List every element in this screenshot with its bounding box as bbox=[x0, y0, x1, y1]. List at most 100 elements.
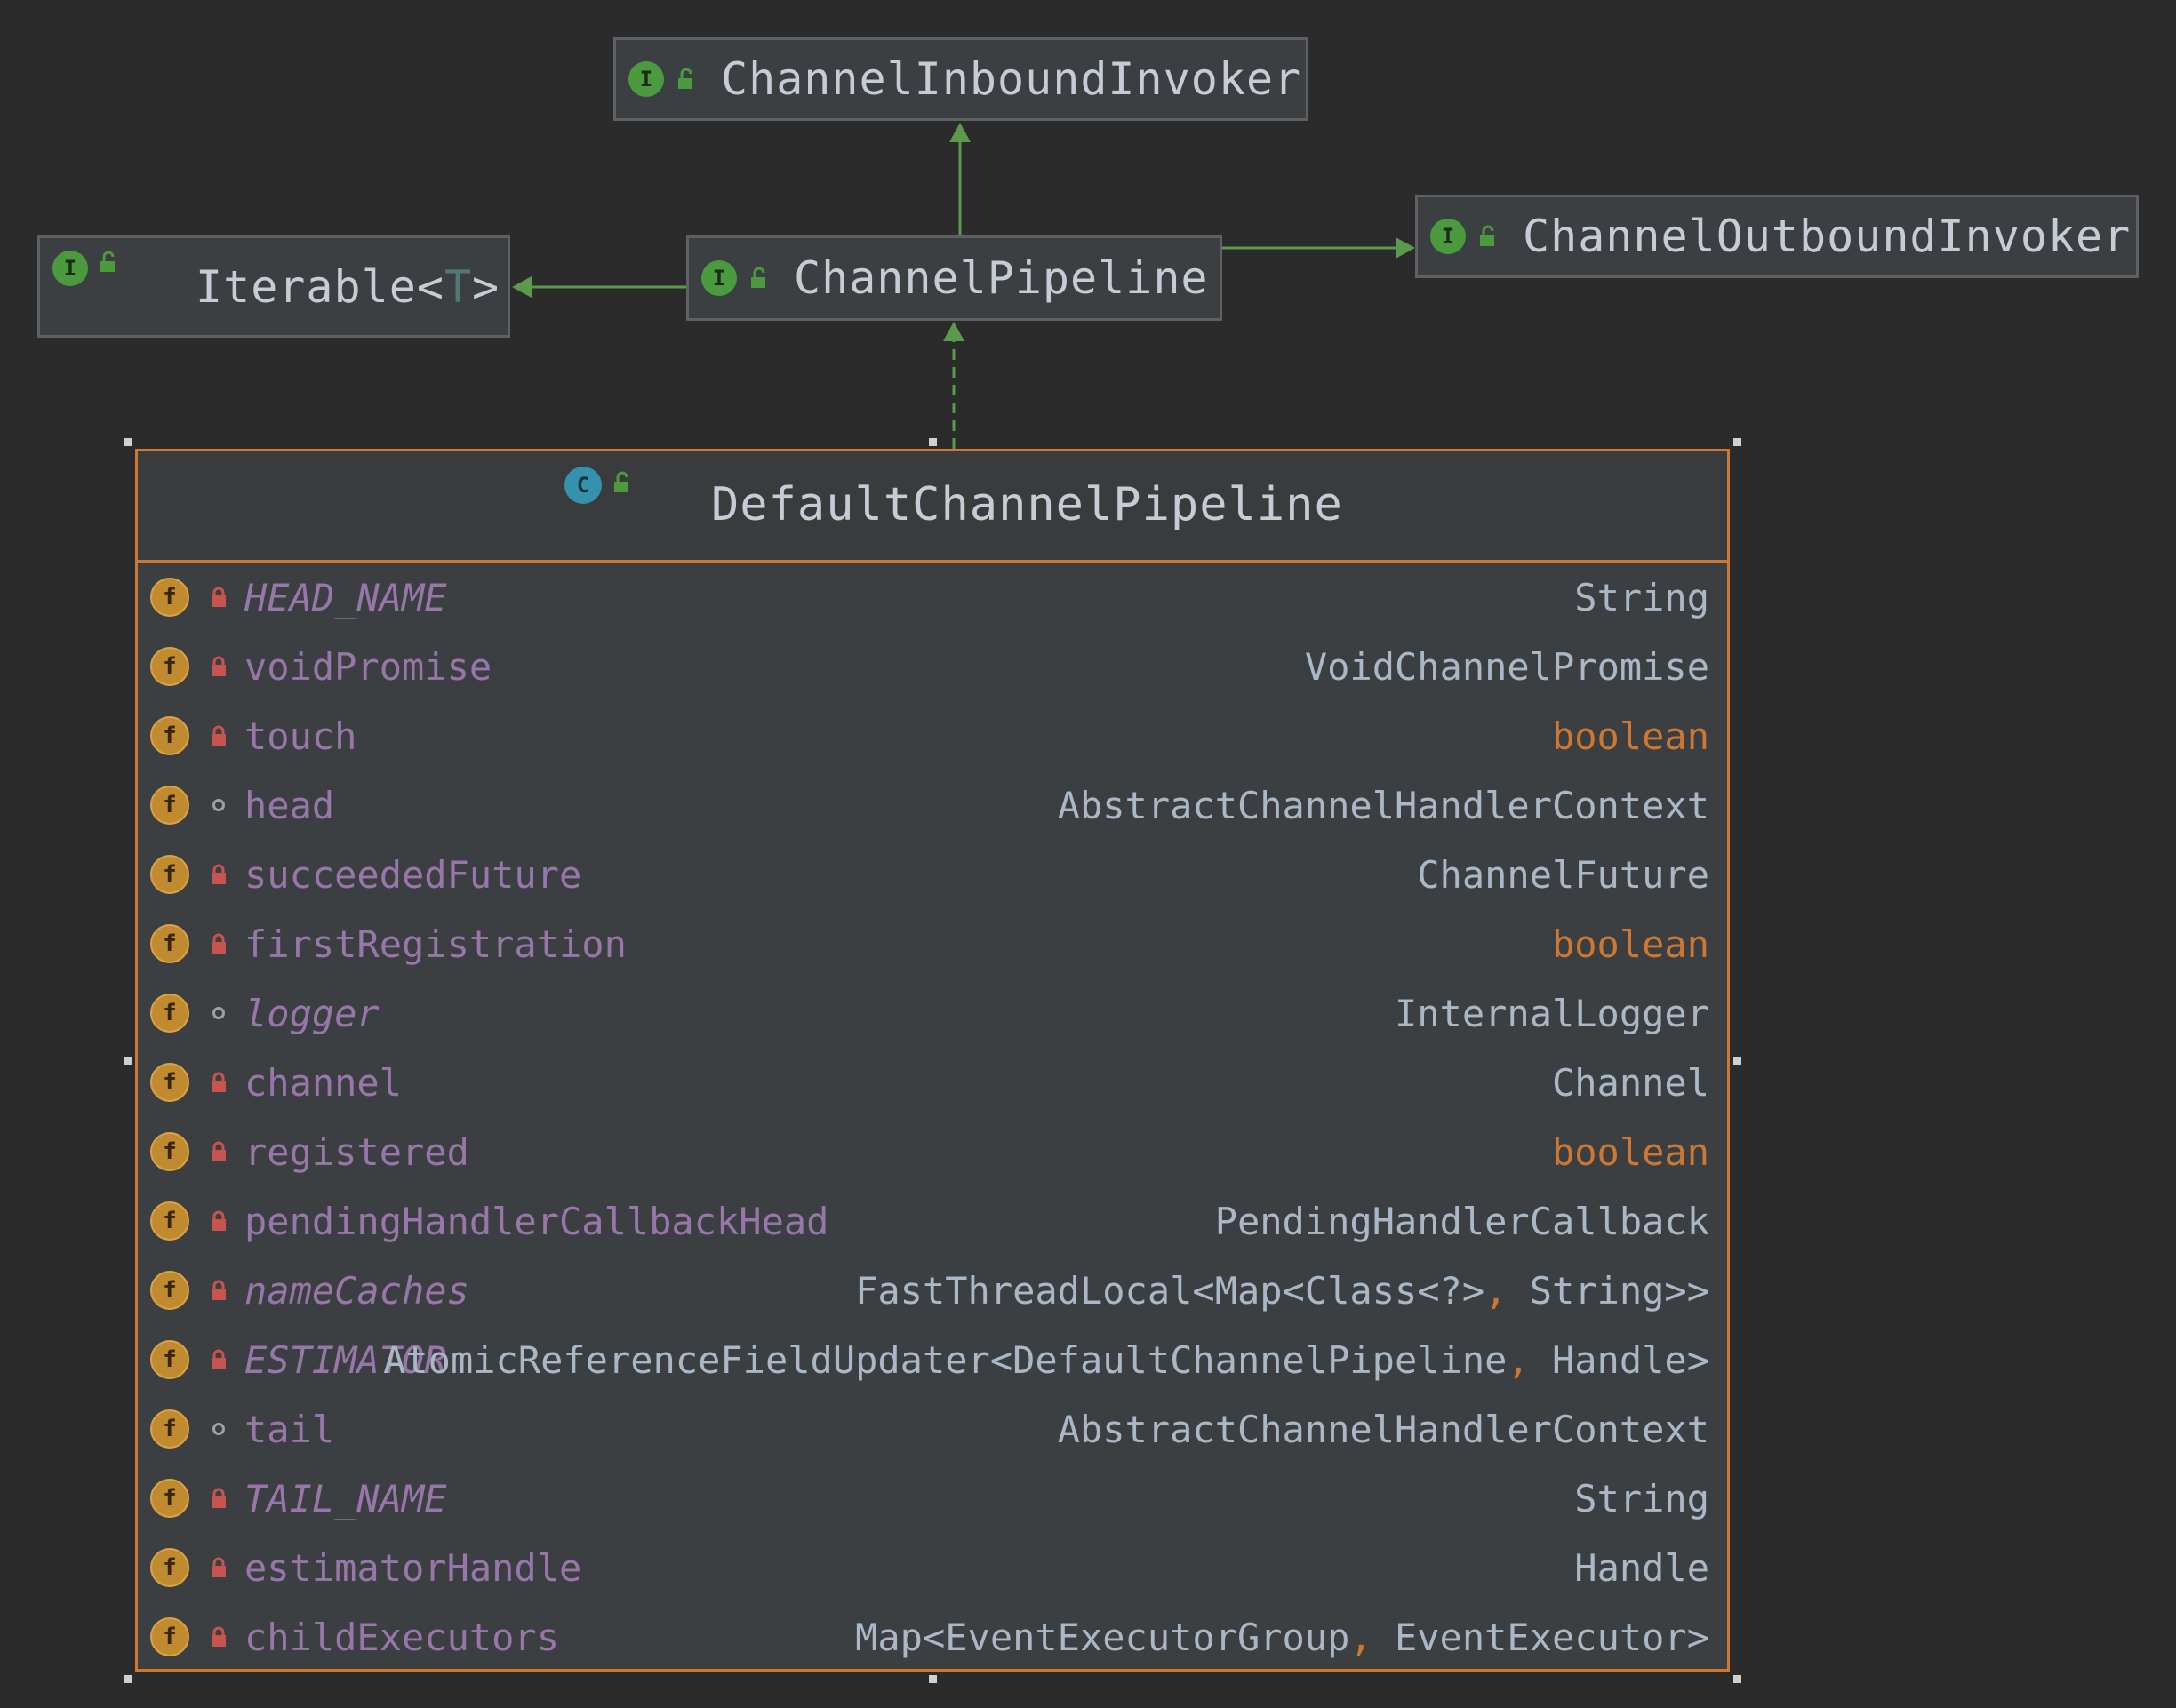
package-dot-icon bbox=[207, 1002, 230, 1025]
field-row-head[interactable]: f head AbstractChannelHandlerContext bbox=[138, 770, 1727, 840]
arrowhead-iterable bbox=[512, 276, 532, 298]
field-badge-icon: f bbox=[150, 716, 189, 755]
lock-icon bbox=[207, 1209, 230, 1233]
field-badge-icon: f bbox=[150, 1271, 189, 1310]
class-badge-icon: C bbox=[564, 467, 602, 504]
field-type: AbstractChannelHandlerContext bbox=[1057, 1407, 1709, 1451]
node-title: ChannelPipeline bbox=[794, 252, 1209, 304]
lock-icon bbox=[207, 932, 230, 955]
selection-handle[interactable] bbox=[929, 1675, 937, 1683]
field-type: VoidChannelPromise bbox=[1304, 644, 1709, 689]
lock-icon bbox=[207, 586, 230, 609]
field-name: head bbox=[244, 783, 335, 827]
package-dot-icon bbox=[207, 794, 230, 817]
field-name: registered bbox=[244, 1129, 469, 1174]
field-badge-icon: f bbox=[150, 1201, 189, 1241]
field-row-TAIL_NAME[interactable]: f TAIL_NAME String bbox=[138, 1464, 1727, 1533]
lock-icon bbox=[207, 863, 230, 886]
field-badge-icon: f bbox=[150, 924, 189, 963]
field-row-logger[interactable]: f logger InternalLogger bbox=[138, 978, 1727, 1048]
lock-icon bbox=[207, 655, 230, 678]
field-row-succeededFuture[interactable]: f succeededFuture ChannelFuture bbox=[138, 840, 1727, 909]
field-badge-icon: f bbox=[150, 1340, 189, 1379]
node-default-channel-pipeline[interactable]: C DefaultChannelPipeline f HEAD_NAME Strin… bbox=[135, 449, 1730, 1672]
selection-handle[interactable] bbox=[929, 438, 937, 446]
field-badge-icon: f bbox=[150, 1548, 189, 1587]
lock-icon bbox=[207, 1487, 230, 1510]
field-badge-icon: f bbox=[150, 1409, 189, 1449]
lock-icon bbox=[207, 1279, 230, 1302]
field-type: boolean bbox=[1551, 922, 1709, 966]
title-text: Iterable< bbox=[196, 261, 444, 313]
field-badge-icon: f bbox=[150, 924, 189, 963]
selection-handle[interactable] bbox=[1733, 1675, 1741, 1683]
node-channel-outbound-invoker[interactable]: I ChannelOutboundInvoker bbox=[1415, 195, 2139, 278]
field-badge-icon: f bbox=[150, 647, 189, 686]
field-type: Channel bbox=[1551, 1060, 1709, 1105]
field-badge-icon: f bbox=[150, 855, 189, 894]
field-badge-icon: f bbox=[150, 994, 189, 1033]
field-name: firstRegistration bbox=[244, 922, 627, 966]
field-name: succeededFuture bbox=[244, 852, 582, 897]
field-type: AtomicReferenceFieldUpdater<DefaultChann… bbox=[383, 1337, 1709, 1382]
field-row-tail[interactable]: f tail AbstractChannelHandlerContext bbox=[138, 1394, 1727, 1464]
interface-badge-icon: I bbox=[628, 61, 664, 97]
type-param: T bbox=[444, 261, 473, 313]
node-title: Iterable<T> bbox=[196, 261, 500, 313]
field-row-touch[interactable]: f touch boolean bbox=[138, 701, 1727, 770]
interface-badge-icon: I bbox=[52, 251, 88, 286]
field-badge-icon: f bbox=[150, 1548, 189, 1587]
selection-handle[interactable] bbox=[1733, 1057, 1741, 1065]
field-badge-icon: f bbox=[150, 1271, 189, 1310]
field-badge-icon: f bbox=[150, 578, 189, 617]
node-iterable[interactable]: I Iterable<T> bbox=[37, 235, 510, 338]
field-row-estimatorHandle[interactable]: f estimatorHandle Handle bbox=[138, 1533, 1727, 1602]
selection-handle[interactable] bbox=[124, 438, 132, 446]
field-badge-icon: f bbox=[150, 1201, 189, 1241]
field-row-ESTIMATOR[interactable]: f ESTIMATOR AtomicReferenceFieldUpdater<De… bbox=[138, 1325, 1727, 1394]
field-row-HEAD_NAME[interactable]: f HEAD_NAME String bbox=[138, 563, 1727, 632]
field-name: logger bbox=[244, 991, 380, 1035]
unlock-icon bbox=[100, 251, 115, 272]
field-row-voidPromise[interactable]: f voidPromise VoidChannelPromise bbox=[138, 632, 1727, 701]
field-name: TAIL_NAME bbox=[244, 1476, 447, 1520]
arrowhead-pipeline bbox=[943, 322, 964, 341]
field-type: boolean bbox=[1551, 714, 1709, 758]
selection-handle[interactable] bbox=[1733, 438, 1741, 446]
field-badge-icon: f bbox=[150, 855, 189, 894]
lock-icon bbox=[207, 1556, 230, 1579]
field-name: tail bbox=[244, 1407, 335, 1451]
unlock-icon bbox=[1480, 225, 1494, 246]
selection-handle[interactable] bbox=[124, 1057, 132, 1065]
lock-icon bbox=[207, 1625, 230, 1648]
field-badge-icon: f bbox=[150, 786, 189, 825]
field-type: Handle bbox=[1574, 1545, 1709, 1590]
field-name: pendingHandlerCallbackHead bbox=[244, 1199, 829, 1243]
field-badge-icon: f bbox=[150, 1132, 189, 1171]
interface-badge-icon: I bbox=[701, 260, 737, 296]
selection-handle[interactable] bbox=[124, 1675, 132, 1683]
field-badge-icon: f bbox=[150, 1340, 189, 1379]
field-row-nameCaches[interactable]: f nameCaches FastThreadLocal<Map<Class<?>,… bbox=[138, 1256, 1727, 1325]
field-row-childExecutors[interactable]: f childExecutors Map<EventExecutorGroup, E… bbox=[138, 1602, 1727, 1672]
field-row-registered[interactable]: f registered boolean bbox=[138, 1117, 1727, 1186]
unlock-icon bbox=[751, 267, 765, 288]
field-name: nameCaches bbox=[244, 1268, 469, 1313]
field-row-firstRegistration[interactable]: f firstRegistration boolean bbox=[138, 909, 1727, 978]
field-type: FastThreadLocal<Map<Class<?>, String>> bbox=[855, 1268, 1709, 1313]
field-name: estimatorHandle bbox=[244, 1545, 582, 1590]
field-name: touch bbox=[244, 714, 357, 758]
field-badge-icon: f bbox=[150, 1409, 189, 1449]
field-badge-icon: f bbox=[150, 994, 189, 1033]
field-row-channel[interactable]: f channel Channel bbox=[138, 1048, 1727, 1117]
field-type: InternalLogger bbox=[1394, 991, 1709, 1035]
field-badge-icon: f bbox=[150, 1063, 189, 1102]
field-type: Map<EventExecutorGroup, EventExecutor> bbox=[855, 1615, 1709, 1659]
field-row-pendingHandlerCallbackHead[interactable]: f pendingHandlerCallbackHead PendingHandle… bbox=[138, 1186, 1727, 1256]
field-type: String bbox=[1574, 1476, 1709, 1520]
field-type: boolean bbox=[1551, 1129, 1709, 1174]
class-title: DefaultChannelPipeline bbox=[711, 478, 1343, 531]
lock-icon bbox=[207, 1348, 230, 1371]
node-channel-inbound-invoker[interactable]: I ChannelInboundInvoker bbox=[613, 37, 1308, 121]
node-channel-pipeline[interactable]: I ChannelPipeline bbox=[686, 235, 1222, 321]
